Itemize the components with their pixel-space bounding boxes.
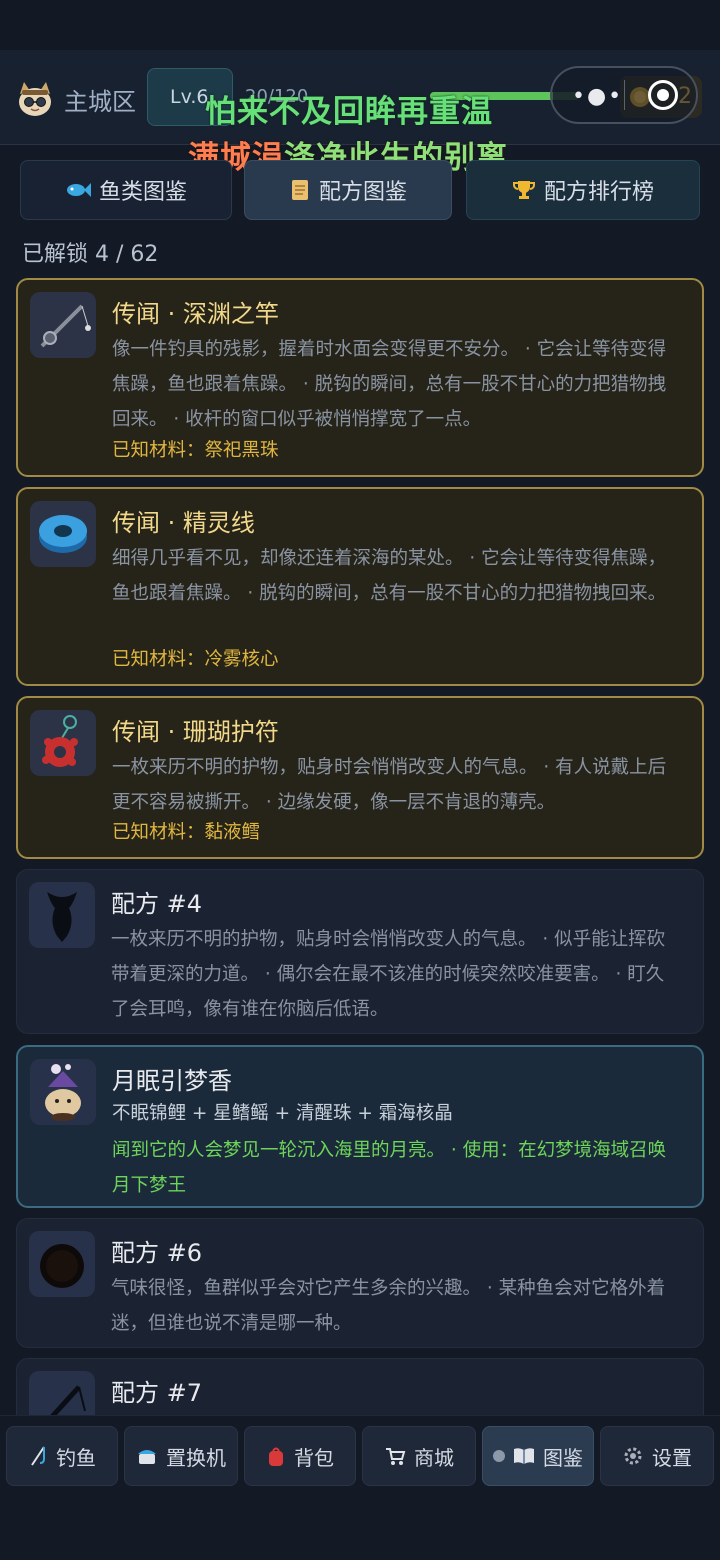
recipe-card[interactable]: 月眠引梦香 不眠锦鲤 + 星鳍鳐 + 清醒珠 + 霜海核晶 闻到它的人会梦见一轮…	[16, 1045, 704, 1208]
card-title: 配方 #6	[111, 1239, 203, 1267]
card-description: 细得几乎看不见，却像还连着深海的某处。 · 它会让等待变得焦躁，鱼也跟着焦躁。 …	[112, 548, 667, 604]
dream-incense-icon	[45, 1064, 81, 1121]
coral-amulet-thumbnail	[30, 710, 96, 776]
machine-icon	[138, 1450, 156, 1464]
card-description: 气味很怪，鱼群似乎会对它产生多余的兴趣。 · 某种鱼会对它格外着迷，但谁也说不清…	[111, 1278, 666, 1334]
nav-label: 背包	[294, 1445, 334, 1470]
book-icon	[514, 1448, 534, 1464]
recipe-card[interactable]: 配方 #6 气味很怪，鱼群似乎会对它产生多余的兴趣。 · 某种鱼会对它格外着迷，…	[16, 1218, 704, 1348]
card-title: 传闻 · 精灵线	[112, 509, 255, 537]
nav-exchanger[interactable]: 置换机	[124, 1426, 238, 1486]
active-dot-icon	[493, 1450, 505, 1462]
nav-label: 钓鱼	[56, 1445, 96, 1470]
recipe-card[interactable]: 传闻 · 精灵线 细得几乎看不见，却像还连着深海的某处。 · 它会让等待变得焦躁…	[16, 487, 704, 686]
codex-tabs: 鱼类图鉴 配方图鉴 配方排行榜	[20, 160, 700, 220]
tab-fish-codex[interactable]: 鱼类图鉴	[20, 160, 232, 220]
status-strip	[0, 0, 720, 50]
tab-recipe-ranking[interactable]: 配方排行榜	[466, 160, 700, 220]
tab-label: 配方排行榜	[543, 180, 654, 205]
spirit-line-thumbnail	[30, 501, 96, 567]
nav-settings[interactable]: 设置	[600, 1426, 714, 1486]
close-target-icon[interactable]	[648, 80, 678, 110]
nav-fishing[interactable]: 钓鱼	[6, 1426, 118, 1486]
recipe-card[interactable]: 传闻 · 深渊之竿 像一件钓具的残影，握着时水面会变得更不安分。 · 它会让等待…	[16, 278, 704, 477]
fishing-rod-icon	[40, 304, 91, 348]
tab-label: 配方图鉴	[318, 180, 407, 205]
card-materials: 已知材料：冷雾核心	[112, 649, 279, 670]
card-description: 一枚来历不明的护物，贴身时会悄悄改变人的气息。 · 有人说戴上后更不容易被撕开。…	[112, 757, 667, 813]
recipe-card[interactable]: 配方 #4 一枚来历不明的护物，贴身时会悄悄改变人的气息。 · 似乎能让挥砍带着…	[16, 869, 704, 1034]
tab-label: 鱼类图鉴	[98, 180, 187, 205]
bottom-nav: 钓鱼 置换机 背包 商城 图鉴 设置	[0, 1415, 720, 1560]
avatar[interactable]	[14, 78, 56, 120]
card-description: 闻到它的人会梦见一轮沉入海里的月亮。 · 使用：在幻梦境海域召唤月下梦王	[112, 1140, 667, 1196]
unlocked-count: 已解锁 4 / 62	[22, 242, 159, 267]
nav-backpack[interactable]: 背包	[244, 1426, 356, 1486]
card-description: 像一件钓具的残影，握着时水面会变得更不安分。 · 它会让等待变得焦躁，鱼也跟着焦…	[112, 339, 667, 430]
mini-program-capsule: •●•	[550, 66, 698, 124]
backpack-icon	[269, 1447, 283, 1466]
coral-amulet-icon	[42, 715, 78, 767]
fish-icon	[66, 183, 91, 197]
nav-label: 图鉴	[543, 1445, 583, 1470]
locked-recipe-thumbnail	[29, 882, 95, 948]
card-ingredients: 不眠锦鲤 + 星鳍鳐 + 清醒珠 + 霜海核晶	[112, 1103, 453, 1124]
card-title: 月眠引梦香	[112, 1067, 232, 1095]
shadow-blob-icon	[40, 1244, 84, 1288]
cat-avatar-icon	[19, 82, 51, 116]
more-dots-icon[interactable]: •●•	[572, 84, 623, 109]
locked-recipe-thumbnail	[29, 1231, 95, 1297]
card-title: 传闻 · 珊瑚护符	[112, 718, 279, 746]
lyric-line-1: 怕来不及回眸再重温	[205, 94, 493, 130]
nav-label: 置换机	[166, 1445, 226, 1470]
card-materials: 已知材料：黏液鳕	[112, 822, 261, 843]
cart-icon	[386, 1448, 406, 1465]
fishing-icon	[31, 1446, 45, 1466]
capsule-divider	[624, 80, 625, 110]
gear-icon	[624, 1447, 642, 1465]
card-title: 配方 #4	[111, 890, 203, 918]
card-materials: 已知材料：祭祀黑珠	[112, 440, 279, 461]
nav-label: 设置	[652, 1445, 692, 1470]
trophy-icon	[512, 181, 535, 199]
spool-icon	[39, 515, 87, 553]
card-title: 传闻 · 深渊之竿	[112, 300, 279, 328]
scroll-icon	[291, 180, 308, 200]
nav-label: 商城	[414, 1445, 454, 1470]
area-name[interactable]: 主城区	[64, 82, 136, 117]
shadow-silhouette-icon	[47, 892, 77, 942]
nav-shop[interactable]: 商城	[362, 1426, 476, 1486]
nav-codex[interactable]: 图鉴	[482, 1426, 594, 1486]
tab-recipe-codex[interactable]: 配方图鉴	[244, 160, 452, 220]
moon-incense-thumbnail	[30, 1059, 96, 1125]
card-title: 配方 #7	[111, 1379, 203, 1407]
card-description: 一枚来历不明的护物，贴身时会悄悄改变人的气息。 · 似乎能让挥砍带着更深的力道。…	[111, 929, 666, 1020]
abyss-rod-thumbnail	[30, 292, 96, 358]
recipe-card[interactable]: 传闻 · 珊瑚护符 一枚来历不明的护物，贴身时会悄悄改变人的气息。 · 有人说戴…	[16, 696, 704, 859]
